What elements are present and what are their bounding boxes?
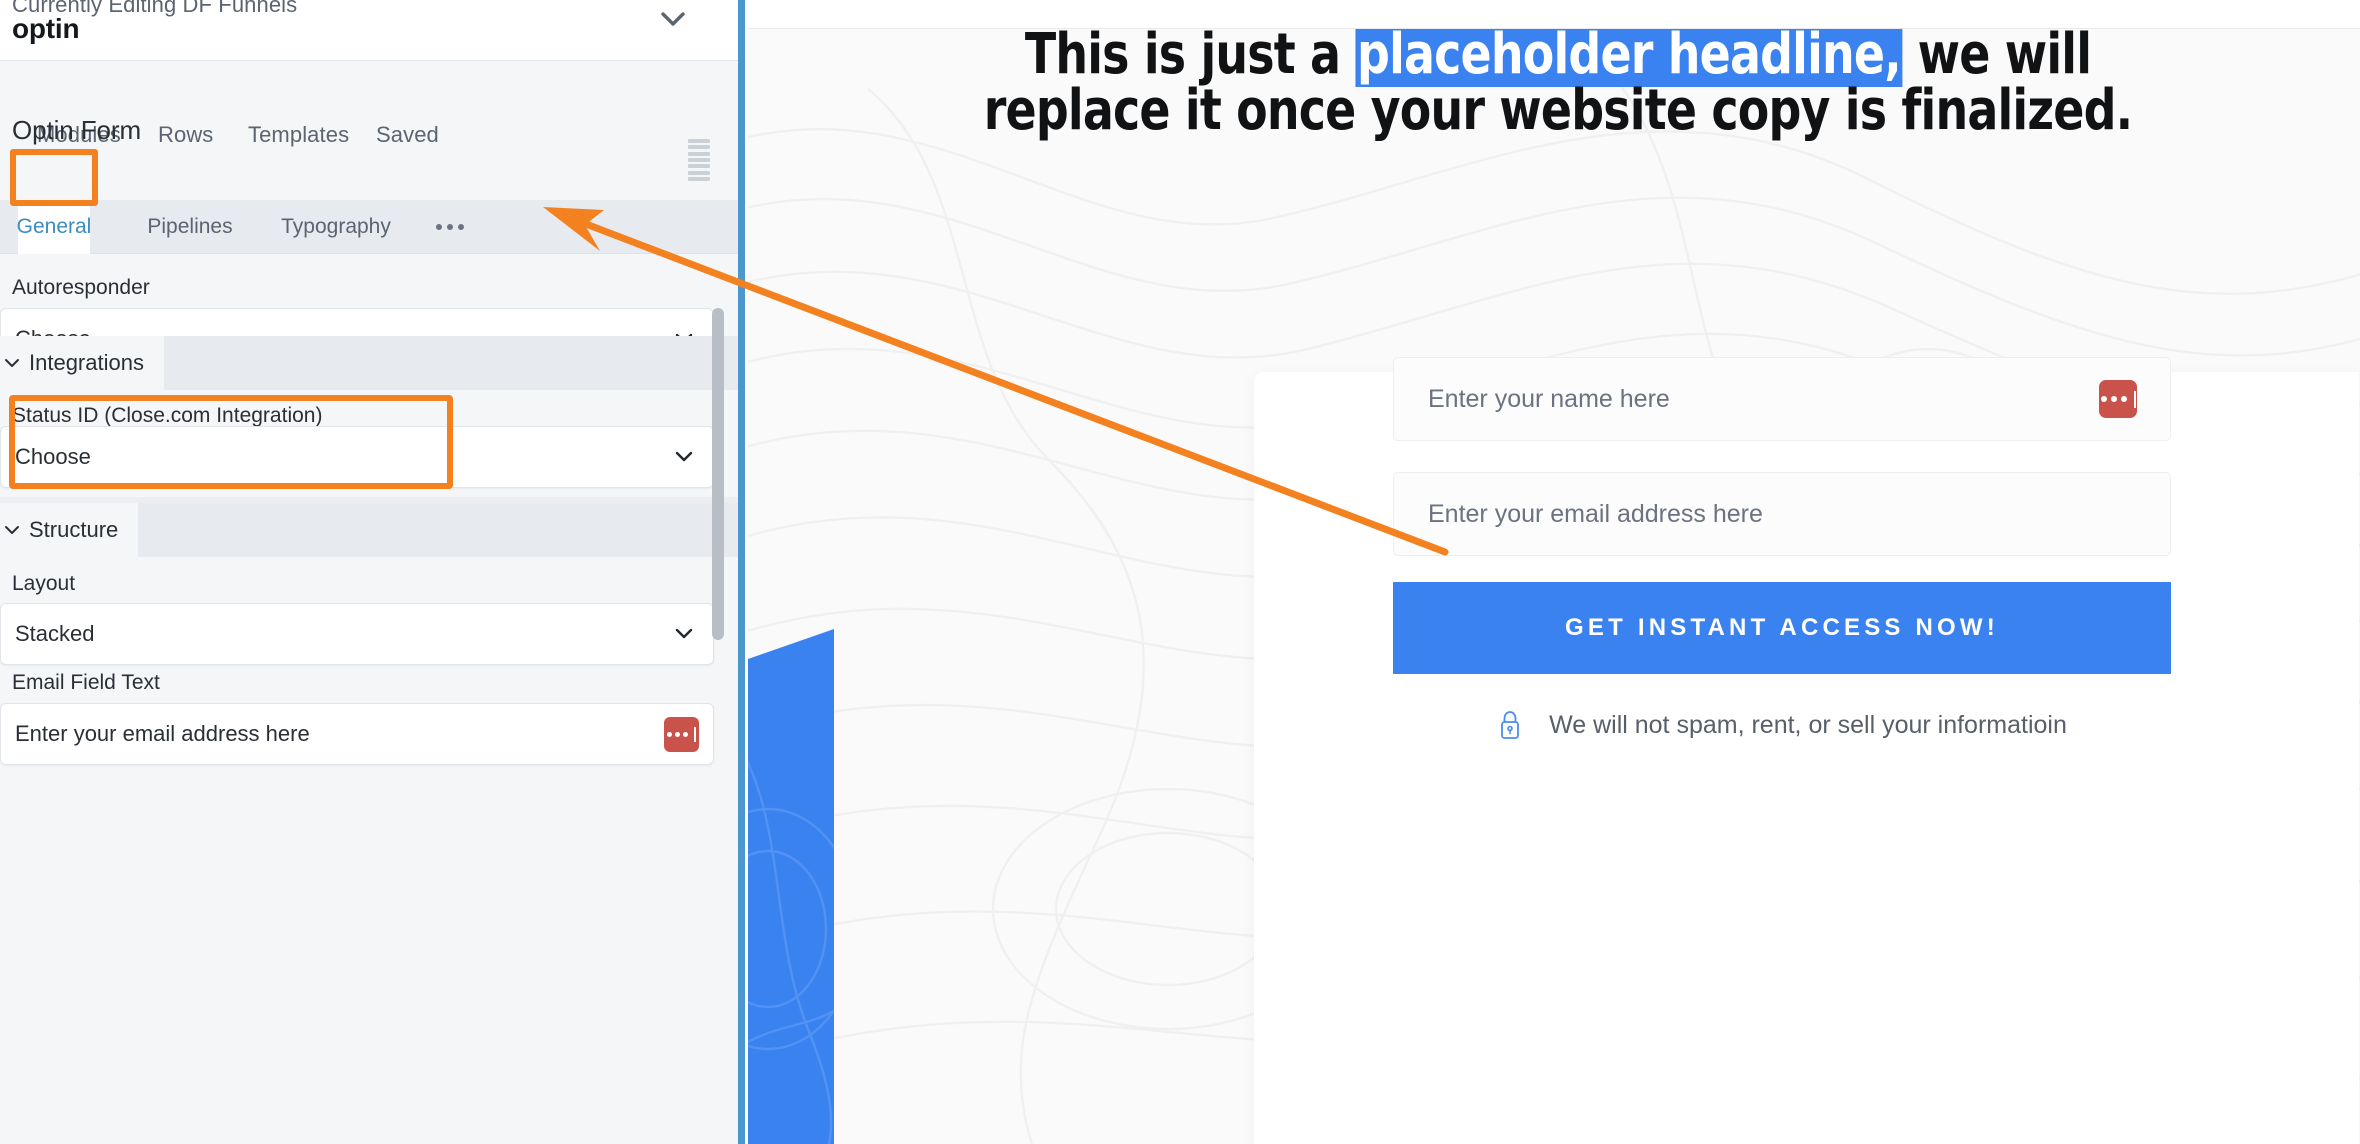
general-tab-highlight-box bbox=[10, 149, 98, 206]
panel-header: Currently Editing DF Funnels optin bbox=[0, 0, 738, 61]
section-integrations-tabface: Integrations bbox=[0, 336, 164, 390]
tab-typography[interactable]: Typography bbox=[276, 200, 396, 254]
tab-pipelines[interactable]: Pipelines bbox=[140, 200, 240, 254]
chevron-down-icon bbox=[5, 526, 19, 534]
email-field-text-label: Email Field Text bbox=[12, 671, 160, 694]
chevron-down-icon[interactable] bbox=[656, 2, 690, 36]
section-integrations[interactable]: Integrations bbox=[0, 336, 738, 390]
preview-top-bar bbox=[748, 0, 2360, 29]
section-structure-tabface: Structure bbox=[0, 503, 139, 557]
chevron-down-icon bbox=[675, 451, 693, 462]
currently-editing-title: optin bbox=[12, 13, 80, 44]
more-options-icon[interactable] bbox=[436, 200, 464, 254]
lock-icon bbox=[1501, 711, 1519, 739]
section-integrations-label: Integrations bbox=[29, 350, 144, 375]
autoresponder-label: Autoresponder bbox=[12, 276, 150, 299]
layout-value: Stacked bbox=[15, 621, 95, 646]
page-preview-canvas[interactable]: E bbox=[748, 0, 2360, 1144]
blue-diagonal-wedge bbox=[748, 629, 834, 1144]
optin-form-card[interactable]: Enter your name here Enter your email ad… bbox=[1254, 357, 2359, 1144]
section-structure-label: Structure bbox=[29, 517, 119, 542]
hero-section: This is just a placeholder headline, we … bbox=[748, 29, 2360, 1144]
status-id-label: Status ID (Close.com Integration) bbox=[12, 404, 323, 427]
module-title: Optin Form bbox=[12, 115, 142, 145]
panel-drag-handle[interactable] bbox=[688, 139, 710, 181]
topnav-item-rows[interactable]: Rows bbox=[158, 122, 213, 148]
text-options-icon[interactable] bbox=[664, 717, 699, 752]
cta-button[interactable]: GET INSTANT ACCESS NOW! bbox=[1393, 582, 2171, 674]
chevron-down-icon bbox=[5, 359, 19, 367]
preview-name-placeholder: Enter your name here bbox=[1428, 384, 1670, 413]
hero-headline[interactable]: This is just a placeholder headline, we … bbox=[943, 29, 2173, 139]
settings-scroll-body[interactable]: Autoresponder Choose... Integrations Sta… bbox=[0, 254, 738, 1144]
panel-scrollbar[interactable] bbox=[712, 308, 724, 640]
status-id-select[interactable]: Choose bbox=[0, 426, 714, 488]
text-options-icon[interactable] bbox=[2099, 380, 2137, 418]
spam-notice-row: We will not spam, rent, or sell your inf… bbox=[1393, 705, 2171, 745]
status-id-value: Choose bbox=[15, 444, 91, 469]
topnav-item-saved[interactable]: Saved bbox=[376, 122, 439, 148]
cta-button-label: GET INSTANT ACCESS NOW! bbox=[1565, 614, 1999, 641]
module-sub-tabs: General Pipelines Typography bbox=[0, 200, 738, 254]
topnav-item-templates[interactable]: Templates bbox=[248, 122, 349, 148]
preview-email-placeholder: Enter your email address here bbox=[1428, 499, 1763, 528]
email-field-text-value: Enter your email address here bbox=[15, 721, 310, 746]
chevron-down-icon bbox=[675, 628, 693, 639]
spam-notice-text: We will not spam, rent, or sell your inf… bbox=[1549, 710, 2067, 739]
preview-name-field[interactable]: Enter your name here bbox=[1393, 357, 2171, 441]
panel-resize-divider[interactable] bbox=[738, 0, 745, 1144]
preview-email-field[interactable]: Enter your email address here bbox=[1393, 472, 2171, 556]
screen-root: Currently Editing DF Funnels optin Modul… bbox=[0, 0, 2360, 1144]
email-field-text-input[interactable]: Enter your email address here bbox=[0, 703, 714, 765]
tab-general[interactable]: General bbox=[17, 200, 91, 254]
layout-label: Layout bbox=[12, 572, 76, 595]
section-structure[interactable]: Structure bbox=[0, 503, 738, 557]
layout-select[interactable]: Stacked bbox=[0, 603, 714, 665]
builder-settings-panel: Currently Editing DF Funnels optin Modul… bbox=[0, 0, 738, 1144]
